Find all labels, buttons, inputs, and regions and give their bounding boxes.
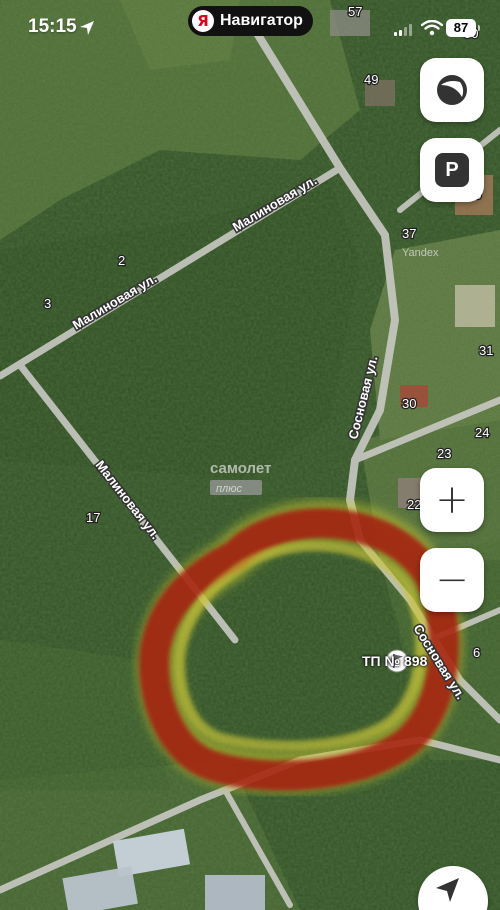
- parking-button[interactable]: P: [420, 138, 484, 202]
- poi-label[interactable]: ТП № 898: [362, 653, 427, 669]
- house-number: 6: [473, 645, 480, 660]
- house-number: 37: [402, 226, 416, 241]
- house-number: 49: [364, 72, 378, 87]
- house-number: 24: [475, 425, 489, 440]
- cellular-signal-icon: [394, 24, 412, 36]
- wifi-icon: [421, 20, 443, 36]
- brand-logo-subtext: плюс: [216, 483, 243, 495]
- building: [205, 875, 265, 910]
- minus-icon: −: [435, 557, 469, 603]
- building: [455, 285, 495, 327]
- house-number: 23: [437, 446, 451, 461]
- house-number: 2: [118, 253, 125, 268]
- house-number: 17: [86, 510, 100, 525]
- yandex-logo-icon: Я: [192, 10, 214, 32]
- map-watermark: Yandex: [402, 247, 439, 259]
- zoom-out-button[interactable]: −: [420, 548, 484, 612]
- status-time: 15:15: [28, 16, 77, 37]
- house-number: 30: [402, 396, 416, 411]
- location-arrow-icon: [80, 21, 94, 35]
- zoom-in-button[interactable]: +: [420, 468, 484, 532]
- house-number: 3: [44, 296, 51, 311]
- battery-indicator: 87: [446, 19, 480, 37]
- brand-logo-text: самолет: [210, 460, 271, 477]
- app-name: Навигатор: [220, 12, 303, 29]
- house-number: 31: [479, 343, 493, 358]
- plus-icon: +: [435, 477, 469, 523]
- parking-icon: P: [435, 153, 469, 187]
- layers-icon: [437, 75, 467, 105]
- navigation-arrow-icon: [436, 878, 459, 902]
- satellite-map[interactable]: Малиновая ул. Малиновая ул. Малиновая ул…: [0, 0, 500, 910]
- layers-button[interactable]: [420, 58, 484, 122]
- app-switch-pill[interactable]: Я Навигатор: [188, 6, 313, 36]
